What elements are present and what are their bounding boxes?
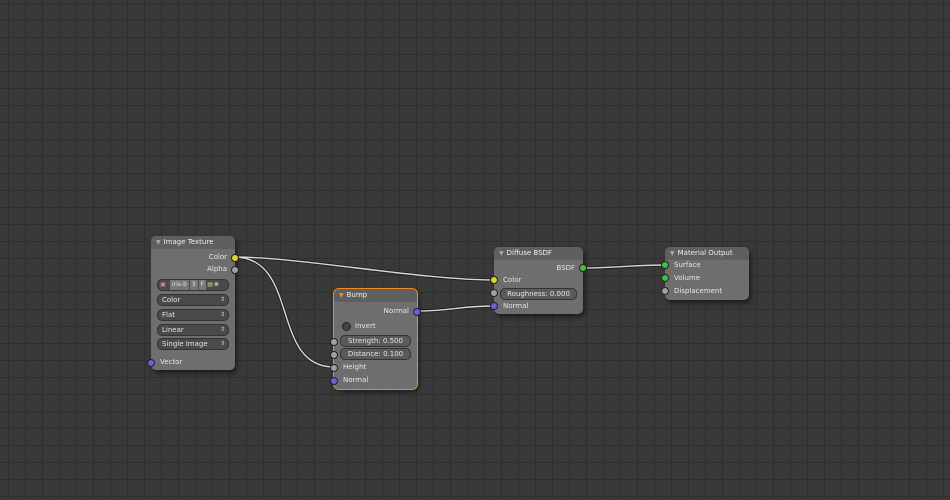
color-space-dropdown[interactable]: Color: [157, 294, 229, 306]
image-texture-node[interactable]: ▼ Image Texture Color Alpha ▣ iris-b 3 F …: [147, 236, 239, 370]
input-normal-label: Normal: [343, 376, 369, 384]
interpolation-dropdown[interactable]: Linear: [157, 324, 229, 336]
output-normal-label: Normal: [383, 307, 409, 315]
material-output-node[interactable]: ▼ Material Output Surface Volume Displace…: [661, 247, 749, 300]
node-header[interactable]: ▼ Bump: [334, 289, 417, 302]
image-users[interactable]: 3: [189, 280, 198, 290]
socket-strength-in[interactable]: [330, 338, 338, 346]
image-icon[interactable]: ▣: [158, 280, 168, 290]
image-name[interactable]: iris-b: [170, 280, 189, 290]
source-dropdown[interactable]: Single Image: [157, 338, 229, 350]
checkbox-icon[interactable]: [342, 321, 351, 331]
link-bump-to-diffuse-normal: [416, 305, 495, 312]
roughness-field[interactable]: Roughness: 0.000: [500, 288, 577, 300]
socket-normal-out[interactable]: [413, 308, 421, 316]
socket-roughness-in[interactable]: [490, 289, 498, 297]
input-vector-label: Vector: [160, 358, 183, 366]
input-height-label: Height: [343, 363, 367, 371]
bump-node[interactable]: ▼ Bump Normal Invert Strength: 0.500 Dist…: [330, 288, 421, 390]
distance-field[interactable]: Distance: 0.100: [340, 348, 411, 360]
output-alpha-label: Alpha: [207, 265, 227, 273]
input-normal-label: Normal: [503, 302, 529, 310]
socket-height-in[interactable]: [330, 364, 338, 372]
socket-volume-in[interactable]: [661, 274, 669, 282]
input-volume-label: Volume: [674, 274, 701, 282]
open-folder-icon[interactable]: ▤: [207, 280, 213, 290]
node-header[interactable]: ▼ Image Texture: [151, 236, 235, 249]
node-links: [233, 255, 666, 369]
collapse-icon[interactable]: ▼: [499, 250, 504, 257]
node-header[interactable]: ▼ Diffuse BSDF: [494, 247, 583, 260]
socket-normal-in[interactable]: [490, 302, 498, 310]
projection-dropdown[interactable]: Flat: [157, 309, 229, 321]
image-selector[interactable]: ▣ iris-b 3 F ▤ ⊗: [157, 279, 229, 291]
input-surface-label: Surface: [674, 261, 701, 269]
output-color-label: Color: [208, 253, 227, 261]
collapse-icon[interactable]: ▼: [670, 250, 675, 257]
socket-distance-in[interactable]: [330, 351, 338, 359]
socket-normal-in[interactable]: [330, 377, 338, 385]
socket-vector-in[interactable]: [147, 359, 155, 367]
link-color-to-diffuse: [233, 256, 495, 281]
collapse-icon[interactable]: ▼: [156, 239, 161, 246]
input-displacement-label: Displacement: [674, 287, 723, 295]
output-bsdf-label: BSDF: [556, 264, 575, 272]
collapse-icon[interactable]: ▼: [339, 292, 344, 299]
diffuse-bsdf-node[interactable]: ▼ Diffuse BSDF BSDF Color Roughness: 0.00…: [490, 247, 587, 314]
socket-color-out[interactable]: [231, 254, 239, 262]
socket-alpha-out[interactable]: [231, 266, 239, 274]
invert-checkbox[interactable]: Invert: [342, 320, 376, 332]
fake-user-button[interactable]: F: [198, 280, 207, 290]
socket-displacement-in[interactable]: [661, 287, 669, 295]
socket-bsdf-out[interactable]: [579, 264, 587, 272]
socket-color-in[interactable]: [490, 276, 498, 284]
strength-field[interactable]: Strength: 0.500: [340, 335, 411, 347]
close-icon[interactable]: ⊗: [214, 280, 219, 290]
input-color-label: Color: [503, 276, 522, 284]
socket-surface-in[interactable]: [661, 261, 669, 269]
